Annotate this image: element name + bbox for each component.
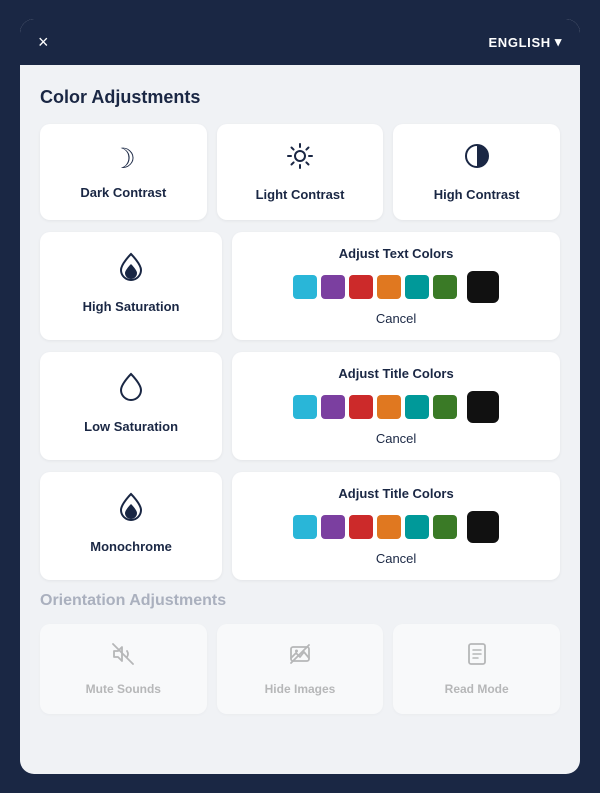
swatch-orange[interactable] — [377, 275, 401, 299]
swatch-teal[interactable] — [405, 275, 429, 299]
color-section-title: Color Adjustments — [40, 87, 560, 108]
dark-contrast-icon: ☽ — [111, 142, 136, 175]
light-contrast-icon — [286, 142, 314, 177]
swatch-blue-2[interactable] — [293, 395, 317, 419]
adjust-title-title-2: Adjust Title Colors — [338, 486, 453, 501]
swatch-purple-2[interactable] — [321, 395, 345, 419]
titlebar: × ENGLISH ▾ — [20, 19, 580, 65]
mute-sounds-icon — [111, 642, 135, 672]
swatch-blue[interactable] — [293, 275, 317, 299]
swatch-teal-3[interactable] — [405, 515, 429, 539]
swatch-black[interactable] — [467, 271, 499, 303]
chevron-down-icon: ▾ — [555, 34, 562, 50]
light-contrast-card[interactable]: Light Contrast — [217, 124, 384, 220]
title-color-swatches-1 — [293, 391, 499, 423]
language-label: ENGLISH — [488, 35, 550, 50]
hide-images-card[interactable]: Hide Images — [217, 624, 384, 714]
high-saturation-card[interactable]: High Saturation — [40, 232, 222, 340]
adjust-text-colors-card: Adjust Text Colors Cancel — [232, 232, 560, 340]
read-mode-icon — [465, 642, 489, 672]
light-contrast-label: Light Contrast — [256, 187, 345, 202]
adjust-title-colors-card-2: Adjust Title Colors Cancel — [232, 472, 560, 580]
monochrome-card[interactable]: Monochrome — [40, 472, 222, 580]
close-button[interactable]: × — [38, 33, 49, 51]
low-saturation-icon — [117, 370, 145, 409]
low-saturation-label: Low Saturation — [84, 419, 178, 434]
title-colors-cancel-2[interactable]: Cancel — [376, 551, 416, 566]
swatch-red-3[interactable] — [349, 515, 373, 539]
high-contrast-icon — [463, 142, 491, 177]
hide-images-icon — [288, 642, 312, 672]
adjust-title-title-1: Adjust Title Colors — [338, 366, 453, 381]
dark-contrast-card[interactable]: ☽ Dark Contrast — [40, 124, 207, 220]
mute-sounds-card[interactable]: Mute Sounds — [40, 624, 207, 714]
read-mode-label: Read Mode — [445, 682, 509, 696]
text-color-swatches — [293, 271, 499, 303]
content-area: Color Adjustments ☽ Dark Contrast — [20, 65, 580, 774]
swatch-green-2[interactable] — [433, 395, 457, 419]
swatch-black-2[interactable] — [467, 391, 499, 423]
high-contrast-label: High Contrast — [434, 187, 520, 202]
title-color-swatches-2 — [293, 511, 499, 543]
high-contrast-card[interactable]: High Contrast — [393, 124, 560, 220]
low-saturation-row: Low Saturation Adjust Title Colors Cance… — [40, 352, 560, 460]
swatch-blue-3[interactable] — [293, 515, 317, 539]
swatch-red-2[interactable] — [349, 395, 373, 419]
orientation-section-title: Orientation Adjustments — [40, 592, 560, 610]
swatch-orange-3[interactable] — [377, 515, 401, 539]
swatch-red[interactable] — [349, 275, 373, 299]
monochrome-row: Monochrome Adjust Title Colors Cancel — [40, 472, 560, 580]
swatch-black-3[interactable] — [467, 511, 499, 543]
swatch-green-3[interactable] — [433, 515, 457, 539]
adjust-text-title: Adjust Text Colors — [339, 246, 454, 261]
adjust-title-colors-card-1: Adjust Title Colors Cancel — [232, 352, 560, 460]
swatch-purple-3[interactable] — [321, 515, 345, 539]
high-saturation-row: High Saturation Adjust Text Colors Cance… — [40, 232, 560, 340]
dark-contrast-label: Dark Contrast — [80, 185, 166, 200]
monochrome-icon — [117, 490, 145, 529]
low-saturation-card[interactable]: Low Saturation — [40, 352, 222, 460]
language-selector[interactable]: ENGLISH ▾ — [488, 34, 562, 50]
high-saturation-label: High Saturation — [83, 299, 180, 314]
swatch-teal-2[interactable] — [405, 395, 429, 419]
text-colors-cancel[interactable]: Cancel — [376, 311, 416, 326]
hide-images-label: Hide Images — [265, 682, 336, 696]
high-saturation-icon — [117, 250, 145, 289]
main-window: × ENGLISH ▾ Color Adjustments ☽ Dark Con… — [20, 19, 580, 774]
read-mode-card[interactable]: Read Mode — [393, 624, 560, 714]
swatch-orange-2[interactable] — [377, 395, 401, 419]
monochrome-label: Monochrome — [90, 539, 172, 554]
swatch-green[interactable] — [433, 275, 457, 299]
top-cards-grid: ☽ Dark Contrast — [40, 124, 560, 220]
orientation-cards-grid: Mute Sounds Hide Images — [40, 624, 560, 714]
mute-sounds-label: Mute Sounds — [86, 682, 161, 696]
swatch-purple[interactable] — [321, 275, 345, 299]
title-colors-cancel-1[interactable]: Cancel — [376, 431, 416, 446]
